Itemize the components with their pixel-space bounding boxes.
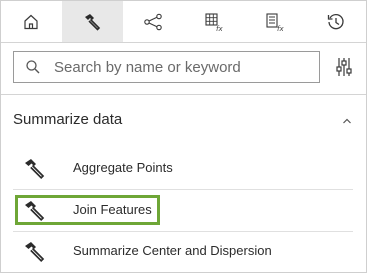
- tab-models[interactable]: [123, 1, 184, 42]
- tool-label: Join Features: [73, 202, 152, 217]
- table-fx-icon: fx: [205, 12, 223, 32]
- tab-history[interactable]: [305, 1, 366, 42]
- sliders-icon: [336, 58, 352, 76]
- search-icon: [26, 60, 40, 74]
- history-icon: [327, 13, 344, 29]
- section-header-summarize-data[interactable]: Summarize data: [13, 111, 353, 131]
- model-graph-icon: [144, 13, 162, 30]
- hammer-icon: [25, 201, 45, 222]
- tool-label: Summarize Center and Dispersion: [73, 243, 272, 258]
- search-row: [13, 51, 359, 83]
- svg-text:fx: fx: [216, 25, 223, 32]
- tool-item-aggregate-points[interactable]: Aggregate Points: [13, 148, 353, 189]
- tab-tools[interactable]: [61, 1, 123, 42]
- section-title: Summarize data: [13, 111, 123, 128]
- search-box[interactable]: [13, 51, 320, 83]
- tab-home[interactable]: [1, 1, 62, 42]
- search-input[interactable]: [54, 52, 312, 82]
- tool-item-summarize-center-and-dispersion[interactable]: Summarize Center and Dispersion: [13, 231, 353, 272]
- home-icon: [24, 14, 39, 29]
- list-fx-icon: fx: [266, 12, 284, 32]
- tab-table-functions[interactable]: fx: [183, 1, 244, 42]
- tab-list-functions[interactable]: fx: [244, 1, 305, 42]
- tab-bar: fx fx: [1, 1, 366, 43]
- hammer-icon: [85, 13, 101, 31]
- chevron-up-icon[interactable]: [341, 115, 353, 127]
- filter-settings-button[interactable]: [332, 55, 356, 79]
- tools-pane: fx fx Search by name or keyword Summariz…: [0, 0, 367, 273]
- tool-item-join-features[interactable]: Join Features: [13, 190, 353, 231]
- hammer-icon: [25, 242, 45, 263]
- tool-label: Aggregate Points: [73, 160, 173, 175]
- svg-text:fx: fx: [277, 25, 284, 32]
- divider: [1, 94, 366, 95]
- hammer-icon: [25, 159, 45, 180]
